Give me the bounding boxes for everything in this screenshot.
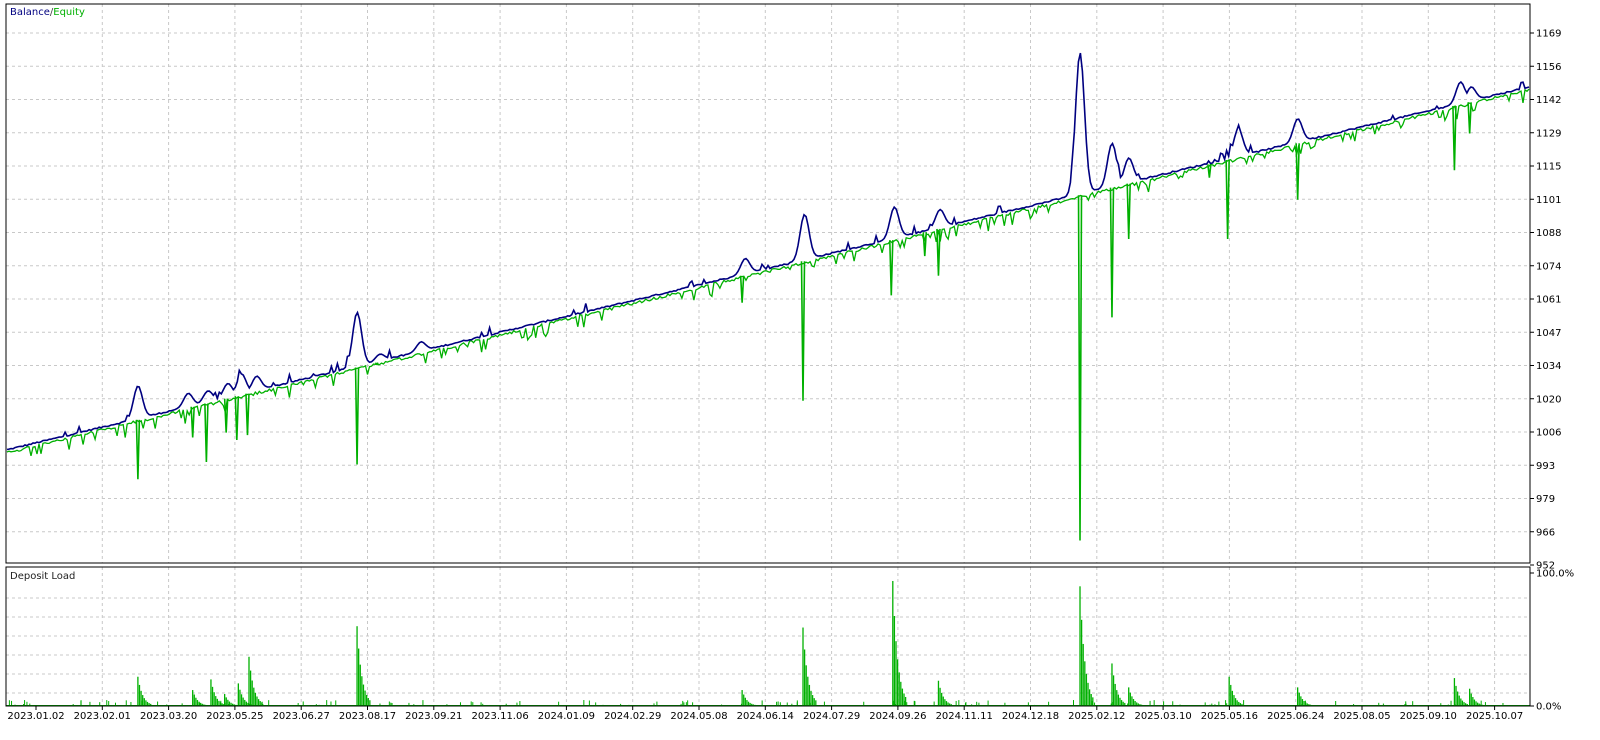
- y-tick-label: 1142: [1536, 95, 1561, 106]
- y-tick-label: 1020: [1536, 394, 1561, 405]
- x-tick-label: 2023.05.25: [206, 711, 263, 722]
- equity-drop: [936, 228, 941, 276]
- legend-equity: Equity: [53, 7, 85, 18]
- x-tick-label: 2025.09.10: [1400, 711, 1457, 722]
- deposit-load-axis-labels: 100.0% 0.0%: [1530, 569, 1574, 713]
- deposit-load-title: Deposit Load: [10, 571, 75, 582]
- equity-drop: [1467, 102, 1472, 134]
- equity-drop: [245, 393, 250, 436]
- legend-balance: Balance: [10, 7, 50, 18]
- equity-drop: [800, 261, 806, 401]
- x-tick-label: 2024.02.29: [604, 711, 661, 722]
- equity-drop: [1109, 187, 1115, 318]
- x-tick-label: 2025.03.10: [1134, 711, 1191, 722]
- x-tick-label: 2024.11.11: [936, 711, 993, 722]
- x-tick-label: 2024.12.18: [1002, 711, 1059, 722]
- x-tick-label: 2023.08.17: [339, 711, 396, 722]
- chart-canvas: 1169 1156 1142 1129 1115 1101 1088 1074 1061 1047…: [5, 3, 1574, 722]
- y-tick-label: 1006: [1536, 428, 1561, 439]
- x-tick-label: 2023.11.06: [471, 711, 528, 722]
- y-tick-label: 1061: [1536, 295, 1561, 306]
- equity-drop: [888, 240, 894, 296]
- x-tick-label: 2024.09.26: [869, 711, 926, 722]
- equity-drop: [922, 232, 928, 257]
- y-tick-label: 1088: [1536, 228, 1561, 239]
- x-tick-label: 2024.06.14: [737, 711, 794, 722]
- equity-drop: [1452, 105, 1457, 171]
- x-tick-label: 2024.05.08: [670, 711, 727, 722]
- y-tick-label: 1129: [1536, 128, 1561, 139]
- x-tick-label: 2025.08.05: [1333, 711, 1390, 722]
- x-axis-labels: 2023.01.02 2023.02.01 2023.03.20 2023.05.25…: [7, 706, 1523, 722]
- x-tick-label: 2024.01.09: [538, 711, 595, 722]
- y-tick-label: 993: [1536, 461, 1555, 472]
- y-tick-label: 1169: [1536, 29, 1561, 40]
- y-tick-label: 1074: [1536, 261, 1561, 272]
- equity-drop: [1077, 195, 1083, 541]
- y-tick-label: 0.0%: [1536, 702, 1561, 713]
- y-tick-label: 1034: [1536, 361, 1561, 372]
- x-tick-label: 2025.05.16: [1201, 711, 1258, 722]
- equity-drop: [354, 367, 360, 465]
- y-tick-label: 966: [1536, 527, 1555, 538]
- equity-drop: [135, 419, 141, 480]
- equity-drop: [234, 396, 240, 440]
- equity-drop: [1126, 183, 1132, 239]
- x-tick-label: 2023.09.21: [405, 711, 462, 722]
- x-tick-label: 2023.02.01: [74, 711, 131, 722]
- main-grid: [6, 4, 1530, 563]
- y-tick-label: 100.0%: [1536, 569, 1574, 580]
- x-tick-label: 2023.06.27: [273, 711, 330, 722]
- x-tick-label: 2024.07.29: [803, 711, 860, 722]
- tester-graph: 1169 1156 1142 1129 1115 1101 1088 1074 1061 1047…: [0, 0, 1600, 736]
- equity-drop: [374, 362, 379, 365]
- y-tick-label: 1156: [1536, 62, 1561, 73]
- equity-drop: [190, 406, 195, 438]
- equity-drop: [204, 403, 209, 463]
- equity-drop: [1225, 159, 1230, 239]
- y-tick-label: 1101: [1536, 195, 1561, 206]
- y-tick-label: 979: [1536, 494, 1555, 505]
- x-tick-label: 2023.01.02: [7, 711, 64, 722]
- deposit-load-grid: [6, 567, 1530, 706]
- x-tick-label: 2025.02.12: [1068, 711, 1125, 722]
- y-tick-label: 1047: [1536, 328, 1561, 339]
- x-tick-label: 2025.06.24: [1267, 711, 1324, 722]
- y-tick-label: 1115: [1536, 162, 1561, 173]
- equity-drop: [739, 275, 745, 303]
- y-axis-labels: 1169 1156 1142 1129 1115 1101 1088 1074 1061 1047…: [1530, 29, 1561, 572]
- x-tick-label: 2023.03.20: [140, 711, 197, 722]
- x-tick-label: 2025.10.07: [1466, 711, 1523, 722]
